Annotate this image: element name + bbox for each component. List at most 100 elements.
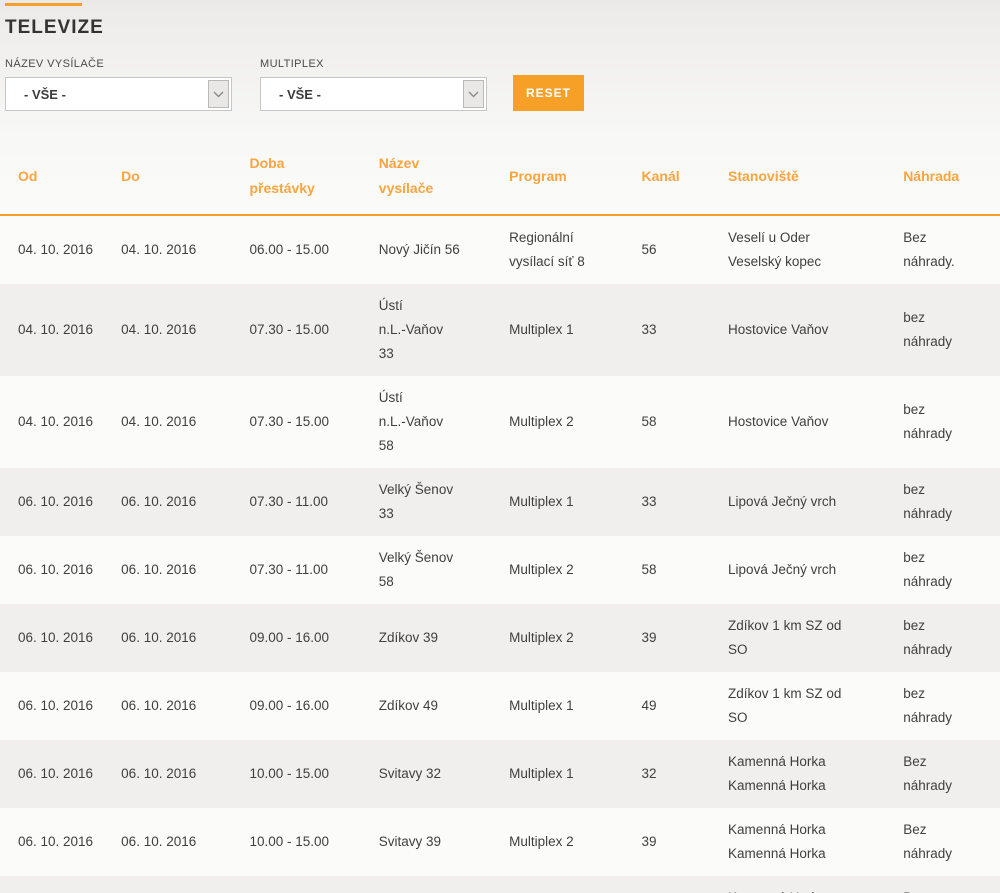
column-header-od: Od xyxy=(0,141,122,216)
chevron-down-icon[interactable] xyxy=(208,80,229,108)
table-row: 04. 10. 2016 04. 10. 2016 07.30 - 15.00 Úst… xyxy=(0,376,1000,468)
cell-do: 06. 10. 2016 xyxy=(121,876,249,893)
cell-nahrada: Bez náhrady. xyxy=(903,230,955,269)
cell-do: 06. 10. 2016 xyxy=(121,698,197,713)
cell-doba-prestavky: 06.00 - 15.00 xyxy=(249,242,330,257)
cell-nahrada: Bez náhrady xyxy=(903,754,952,793)
table-row: 04. 10. 2016 04. 10. 2016 07.30 - 15.00 Úst… xyxy=(0,284,1000,376)
cell-do: 06. 10. 2016 xyxy=(121,494,197,509)
table-header: Od Do Doba přestávky Název vysílače Program K… xyxy=(0,141,1000,216)
cell-doba-prestavky: 10.00 - 15.00 xyxy=(249,876,378,893)
cell-stanoviste: Lipová Ječný vrch xyxy=(728,562,837,577)
cell-do: 04. 10. 2016 xyxy=(121,322,197,337)
cell-stanoviste: Kamenná Horka Kamenná Horka xyxy=(728,754,826,793)
cell-nazev-vysilace: Nový Jičín 56 xyxy=(378,242,460,257)
cell-doba-prestavky: 09.00 - 16.00 xyxy=(249,630,330,645)
multiplex-select-value: - VŠE - xyxy=(279,86,321,102)
transmitter-select[interactable]: - VŠE - xyxy=(5,77,232,111)
transmitter-filter-label: NÁZEV VYSÍLAČE xyxy=(5,58,105,70)
cell-program: Multiplex 2 xyxy=(509,834,574,849)
cell-stanoviste: Kamenná Horka Kamenná Horka xyxy=(728,876,903,893)
cell-od: 06. 10. 2016 xyxy=(18,494,94,509)
cell-nahrada: bez náhrady xyxy=(903,482,952,521)
column-header-program: Program xyxy=(509,141,642,216)
cell-od: 04. 10. 2016 xyxy=(18,322,94,337)
cell-doba-prestavky: 10.00 - 15.00 xyxy=(249,834,330,849)
cell-kanal: 33 xyxy=(641,322,657,337)
cell-kanal: 60 xyxy=(642,876,729,893)
cell-od: 04. 10. 2016 xyxy=(18,414,94,429)
table-row: 04. 10. 2016 04. 10. 2016 06.00 - 15.00 Nov… xyxy=(0,215,1000,284)
cell-program: Multiplex 2 xyxy=(509,630,574,645)
reset-button[interactable]: RESET xyxy=(513,75,584,111)
cell-stanoviste: Zdíkov 1 km SZ od SO xyxy=(728,686,842,725)
cell-kanal: 58 xyxy=(641,562,657,577)
cell-nahrada: bez náhrady xyxy=(903,310,952,349)
cell-stanoviste: Hostovice Vaňov xyxy=(728,414,829,429)
page: TELEVIZE NÁZEV VYSÍLAČE - VŠE - MULTIPLE… xyxy=(0,3,1000,893)
table-row: 06. 10. 2016 06. 10. 2016 10.00 - 15.00 Svi… xyxy=(0,808,1000,876)
cell-od: 06. 10. 2016 xyxy=(18,562,94,577)
cell-nazev-vysilace: Zdíkov 49 xyxy=(378,698,439,713)
chevron-down-icon[interactable] xyxy=(463,80,484,108)
cell-nazev-vysilace: Ústí n.L.-Vaňov 33 xyxy=(378,298,444,361)
cell-kanal: 33 xyxy=(641,494,657,509)
filter-multiplex: MULTIPLEX - VŠE - xyxy=(260,58,487,111)
table-row: 06. 10. 2016 06. 10. 2016 09.00 - 16.00 Zdí… xyxy=(0,604,1000,672)
column-header-nazev-vysilace: Název vysílače xyxy=(378,141,510,216)
cell-od: 06. 10. 2016 xyxy=(0,876,121,893)
table-row: 06. 10. 2016 06. 10. 2016 07.30 - 11.00 Vel… xyxy=(0,468,1000,536)
cell-nazev-vysilace: Ústí n.L.-Vaňov 58 xyxy=(378,390,444,453)
table-row: 06. 10. 201606. 10. 201610.00 - 15.00Svi… xyxy=(0,876,1000,893)
cell-doba-prestavky: 07.30 - 11.00 xyxy=(249,562,329,577)
cell-do: 06. 10. 2016 xyxy=(121,562,197,577)
cell-nahrada: bez náhrady xyxy=(903,402,952,441)
cell-do: 06. 10. 2016 xyxy=(121,834,197,849)
cell-od: 06. 10. 2016 xyxy=(18,698,94,713)
cell-nahrada: bez náhrady xyxy=(903,550,952,589)
cell-kanal: 39 xyxy=(641,834,657,849)
cell-kanal: 39 xyxy=(641,630,657,645)
cell-kanal: 58 xyxy=(641,414,657,429)
cell-nazev-vysilace: Velký Šenov 33 xyxy=(378,482,454,521)
cell-stanoviste: Veselí u Oder Veselský kopec xyxy=(728,230,822,269)
multiplex-select[interactable]: - VŠE - xyxy=(260,77,487,111)
cell-program: Multiplex 1 xyxy=(509,322,574,337)
column-header-stanoviste: Stanoviště xyxy=(728,141,904,216)
multiplex-filter-label: MULTIPLEX xyxy=(260,58,324,70)
cell-program: Multiplex 1 xyxy=(509,766,574,781)
cell-kanal: 49 xyxy=(641,698,657,713)
cell-nazev-vysilace: Svitavy 60 xyxy=(379,876,509,893)
cell-nazev-vysilace: Svitavy 32 xyxy=(378,766,442,781)
cell-nazev-vysilace: Svitavy 39 xyxy=(378,834,442,849)
column-header-doba-prestavky: Doba přestávky xyxy=(249,141,379,216)
column-header-kanal: Kanál xyxy=(641,141,729,216)
cell-od: 06. 10. 2016 xyxy=(18,834,94,849)
cell-program: Multiplex 1 xyxy=(509,494,574,509)
cell-od: 06. 10. 2016 xyxy=(18,630,94,645)
filter-transmitter: NÁZEV VYSÍLAČE - VŠE - xyxy=(5,58,232,111)
cell-nahrada: Bez náhrady xyxy=(903,822,952,861)
cell-program: Multiplex 2 xyxy=(509,414,574,429)
cell-kanal: 56 xyxy=(641,242,657,257)
outage-table: Od Do Doba přestávky Název vysílače Program K… xyxy=(0,141,1000,893)
cell-nahrada: bez náhrady xyxy=(903,618,952,657)
cell-nazev-vysilace: Zdíkov 39 xyxy=(378,630,439,645)
cell-nahrada: bez náhrady xyxy=(903,686,952,725)
cell-program: Multiplex 3 xyxy=(509,876,641,893)
cell-program: Regionální vysílací síť 8 xyxy=(509,230,585,269)
cell-doba-prestavky: 10.00 - 15.00 xyxy=(249,766,330,781)
table-body: 04. 10. 2016 04. 10. 2016 06.00 - 15.00 Nov… xyxy=(0,215,1000,893)
cell-do: 04. 10. 2016 xyxy=(121,414,197,429)
page-title: TELEVIZE xyxy=(5,17,104,38)
cell-doba-prestavky: 09.00 - 16.00 xyxy=(249,698,330,713)
accent-top-line xyxy=(5,3,82,6)
column-header-nahrada: Náhrada xyxy=(903,141,1000,216)
column-header-do: Do xyxy=(121,141,250,216)
cell-doba-prestavky: 07.30 - 11.00 xyxy=(249,494,329,509)
transmitter-select-value: - VŠE - xyxy=(24,86,66,102)
table-row: 06. 10. 201606. 10. 201610.00 - 15.00Svi… xyxy=(0,740,1000,808)
cell-program: Multiplex 1 xyxy=(509,698,574,713)
table-row: 06. 10. 2016 06. 10. 2016 09.00 - 16.00 Zdí… xyxy=(0,672,1000,740)
filter-bar: NÁZEV VYSÍLAČE - VŠE - MULTIPLEX - VŠE - xyxy=(5,58,1000,111)
